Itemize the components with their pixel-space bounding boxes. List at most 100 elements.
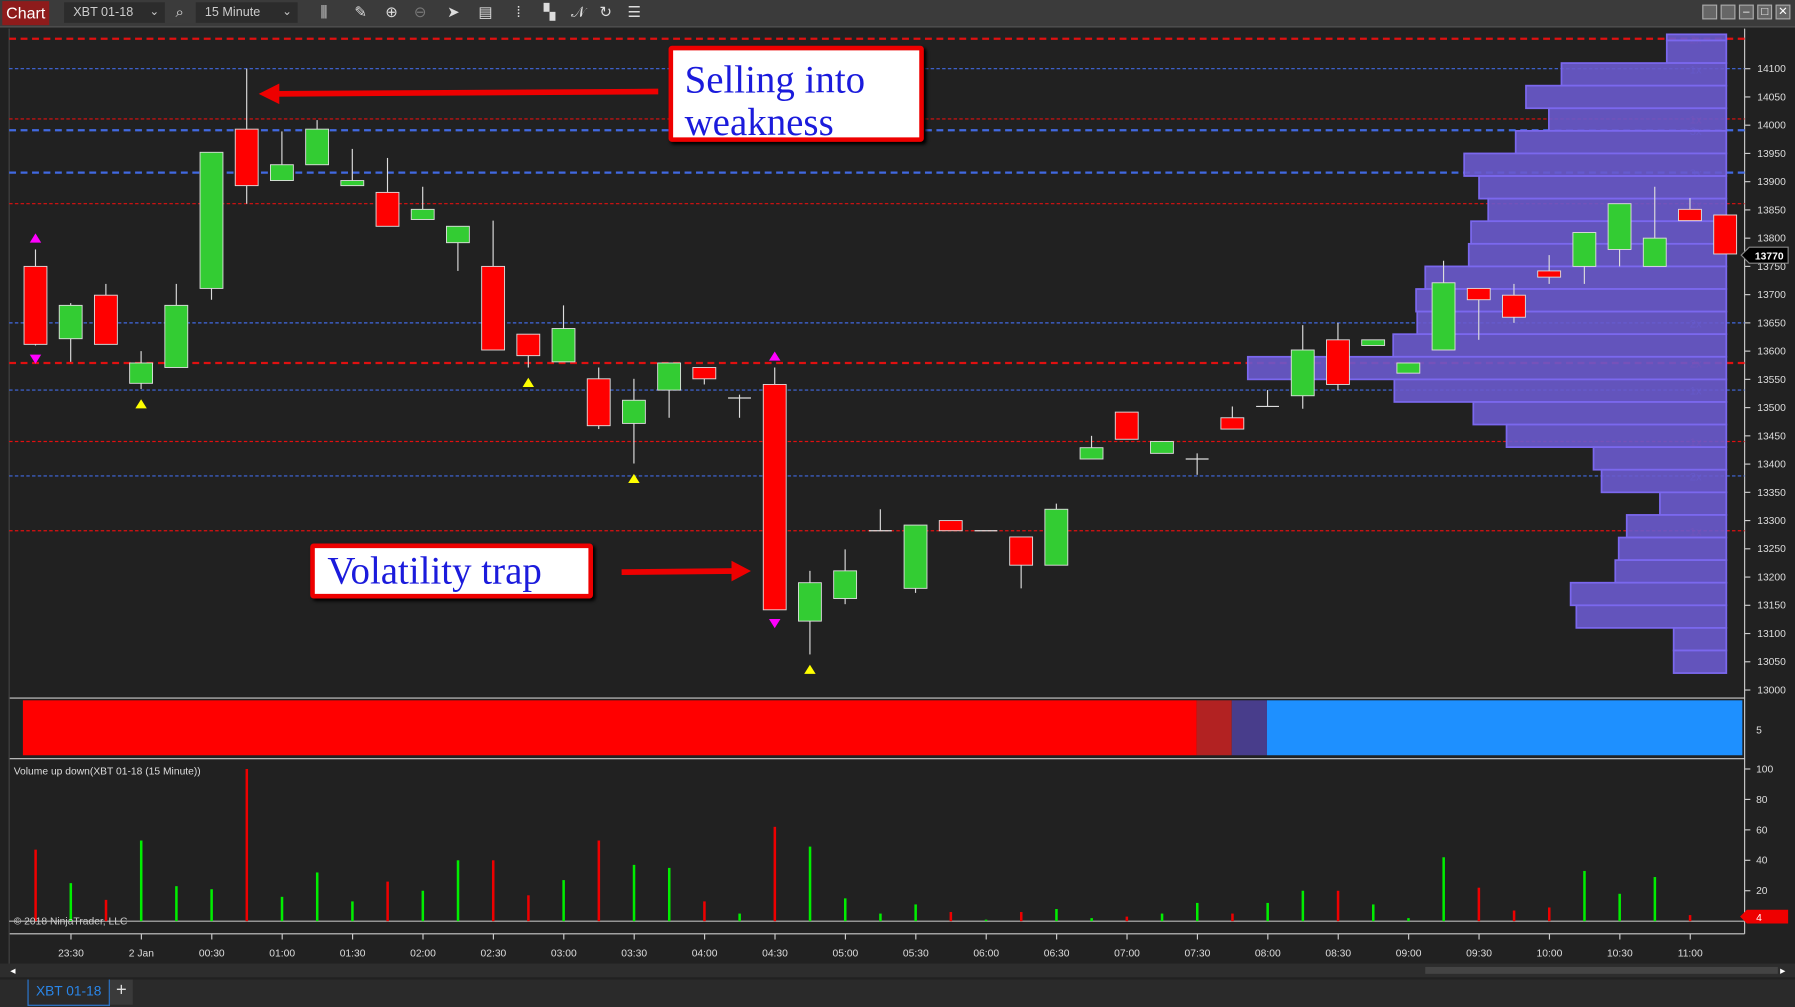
scroll-right-icon[interactable]: ▸ xyxy=(1780,966,1785,977)
price-axis-label: 14000 xyxy=(1757,121,1786,132)
up-candle xyxy=(833,570,858,599)
volume-bar xyxy=(315,872,319,922)
interval-selector[interactable]: 15 Minute ⌄ xyxy=(195,2,298,23)
price-axis-label: 13350 xyxy=(1757,488,1786,499)
time-axis-label: 09:30 xyxy=(1466,949,1492,960)
up-candle xyxy=(164,304,189,368)
down-candle xyxy=(234,128,259,187)
bar-type-icon[interactable]: ⫼ xyxy=(314,2,335,23)
volume-axis-label: 80 xyxy=(1756,795,1768,806)
up-candle xyxy=(551,328,576,363)
down-candle xyxy=(692,367,717,380)
tab-xbt-01-18[interactable]: XBT 01-18 xyxy=(27,979,110,1006)
up-candle xyxy=(1642,237,1667,267)
scrollbar-thumb[interactable] xyxy=(1425,966,1778,974)
volume-bar xyxy=(1548,907,1551,922)
list-icon[interactable]: ☰ xyxy=(624,2,645,23)
up-candle xyxy=(1572,232,1597,267)
search-icon[interactable]: ⌕ xyxy=(169,2,190,23)
volume-profile-bar xyxy=(1416,310,1728,336)
scroll-left-icon[interactable]: ◂ xyxy=(10,966,15,977)
time-axis-label: 04:00 xyxy=(692,949,718,960)
volume-profile-bar xyxy=(1525,84,1728,110)
volume-bar xyxy=(421,890,425,922)
price-axis-label: 13500 xyxy=(1757,403,1786,414)
time-axis-label: 09:00 xyxy=(1396,949,1422,960)
current-price: 13770 xyxy=(1755,252,1784,263)
indicators-icon[interactable]: 𝒩 xyxy=(568,2,589,23)
time-axis-label: 03:00 xyxy=(551,949,577,960)
up-candle xyxy=(1431,282,1456,351)
volume-bar xyxy=(843,898,847,922)
strategies-icon[interactable]: ⁞ xyxy=(508,2,529,23)
close-button[interactable]: ✕ xyxy=(1775,4,1791,20)
down-candle xyxy=(762,383,787,611)
volume-bar xyxy=(210,889,213,922)
up-candle xyxy=(1290,349,1315,397)
up-candle xyxy=(305,128,330,166)
volume-profile-bar xyxy=(1592,446,1728,471)
volume-bar xyxy=(879,913,882,922)
regime-band-segment xyxy=(1231,700,1267,756)
volume-profile-bar xyxy=(1415,288,1728,313)
volume-bar xyxy=(456,860,460,922)
reload-icon[interactable]: ↻ xyxy=(595,2,616,23)
volume-bar xyxy=(1195,902,1199,922)
volume-bar xyxy=(1512,910,1516,922)
down-candle xyxy=(1713,214,1738,255)
time-axis-label: 04:30 xyxy=(762,949,788,960)
tile-icon[interactable] xyxy=(1702,4,1718,20)
chevron-down-icon: ⌄ xyxy=(149,5,160,19)
volume-profile-bar xyxy=(1470,220,1728,245)
down-candle xyxy=(1537,270,1562,278)
time-axis-label: 06:00 xyxy=(973,949,999,960)
properties-icon[interactable]: ▚ xyxy=(539,2,560,23)
instrument-selector[interactable]: XBT 01-18 ⌄ xyxy=(64,2,165,23)
volume-bar xyxy=(69,883,73,922)
up-candle xyxy=(340,180,365,187)
down-candle xyxy=(481,265,506,351)
copyright: © 2018 NinjaTrader, LLC xyxy=(14,917,128,928)
volume-bar xyxy=(808,846,812,922)
volume-bar xyxy=(1266,902,1269,922)
zoom-in-icon[interactable]: ⊕ xyxy=(381,2,402,23)
data-box-icon[interactable]: ▤ xyxy=(475,2,496,23)
up-candle xyxy=(622,399,646,424)
volume-bar xyxy=(1583,870,1586,922)
price-axis-label: 13150 xyxy=(1757,601,1786,612)
volume-profile-bar xyxy=(1665,39,1728,64)
pencil-icon[interactable]: ✎ xyxy=(350,2,371,23)
price-axis-label: 13850 xyxy=(1757,205,1786,216)
time-axis-label: 2 Jan xyxy=(129,949,154,960)
price-axis-label: 13000 xyxy=(1757,685,1786,696)
down-candle xyxy=(23,265,48,345)
volume-axis-label: 60 xyxy=(1756,825,1768,836)
up-candle xyxy=(129,362,153,384)
up-candle xyxy=(903,524,928,589)
volume-profile-bar xyxy=(1472,401,1728,426)
time-axis-label: 06:30 xyxy=(1044,949,1070,960)
price-chart[interactable]: 2x1x1x3x3x1x2x2x1x1x2x1x 141001405014000… xyxy=(0,27,1795,979)
minimize-button[interactable]: – xyxy=(1738,4,1754,20)
volume-bar xyxy=(1407,918,1410,922)
price-axis-label: 13050 xyxy=(1757,657,1786,668)
tile-2-icon[interactable] xyxy=(1720,4,1736,20)
volume-bar xyxy=(1442,857,1445,922)
volume-bar xyxy=(245,768,249,922)
down-candle xyxy=(1009,536,1034,566)
volume-bar xyxy=(1618,893,1621,922)
maximize-button[interactable]: □ xyxy=(1757,4,1773,20)
zoom-out-icon[interactable]: ⊖ xyxy=(410,2,431,23)
chart-menu-button[interactable]: Chart xyxy=(2,1,50,26)
pointer-icon[interactable]: ➤ xyxy=(443,2,464,23)
down-candle xyxy=(1326,339,1350,385)
volume-profile-bar xyxy=(1505,423,1728,449)
volume-profile-bar xyxy=(1246,355,1728,381)
volume-bar xyxy=(351,901,354,922)
volume-profile-bar xyxy=(1625,514,1728,539)
volume-bar xyxy=(1019,912,1023,922)
add-tab-button[interactable]: + xyxy=(109,979,133,1005)
time-axis-label: 02:00 xyxy=(410,949,436,960)
volume-profile-bar xyxy=(1463,152,1728,177)
time-axis-label: 02:30 xyxy=(481,949,507,960)
